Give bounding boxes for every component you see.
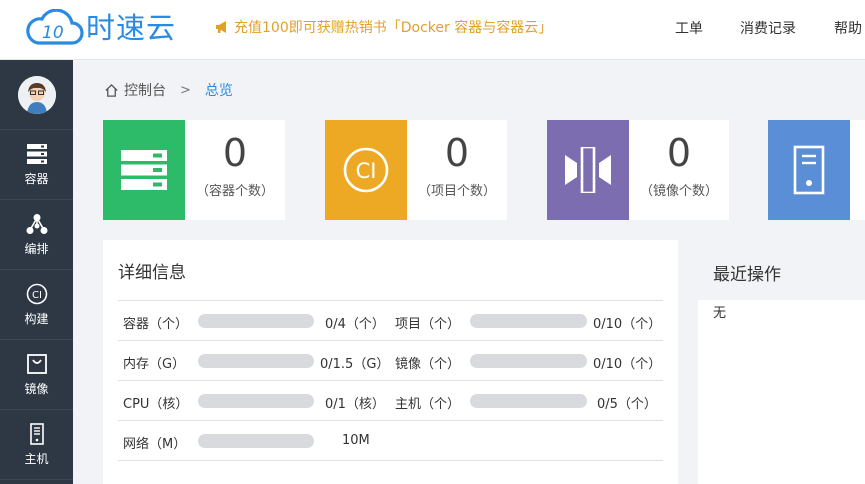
- top-bar: 10 时速云 充值100即可获赠热销书「Docker 容器与容器云」 工单 消费…: [0, 0, 865, 60]
- quota-label: 网络（M）: [123, 437, 187, 452]
- ci-icon: CI: [343, 147, 389, 193]
- quota-value: 0/10（个）: [593, 317, 662, 332]
- quota-label: CPU（核）: [123, 397, 189, 412]
- nav-tickets[interactable]: 工单: [675, 18, 703, 38]
- nav-help[interactable]: 帮助: [834, 18, 862, 38]
- stat-card-projects[interactable]: CI 0 （项目个数）: [325, 120, 507, 220]
- quota-row: 内存（G） 0/1.5（G） 镜像（个） 0/10（个）: [118, 341, 663, 381]
- quota-row: CPU（核） 0/1（核） 主机（个） 0/5（个）: [118, 381, 663, 421]
- sidebar-item-label: 镜像: [24, 381, 49, 396]
- svg-text:CI: CI: [356, 159, 377, 183]
- quota-progress-bar: [198, 354, 314, 368]
- image-bag-icon: [26, 353, 47, 374]
- card-icon-bg: [103, 120, 185, 220]
- sidebar-item-label: 编排: [24, 241, 49, 256]
- promo-text: 充值100即可获赠热销书「Docker 容器与容器云」: [234, 20, 553, 36]
- quota-progress-bar: [198, 434, 314, 448]
- container-count-label: （容器个数）: [195, 184, 274, 199]
- quota-progress-bar: [470, 354, 587, 368]
- project-count: 0: [444, 131, 470, 175]
- server-stack-icon: [26, 143, 47, 164]
- quota-value: 10M: [342, 433, 370, 448]
- quota-progress-bar: [470, 314, 587, 328]
- stat-card-images[interactable]: 0 （镜像个数）: [547, 120, 729, 220]
- recent-header: 最近操作: [698, 240, 865, 300]
- avatar[interactable]: [17, 75, 56, 114]
- image-count-label: （镜像个数）: [639, 184, 718, 199]
- recent-empty-text: 无: [713, 306, 727, 321]
- container-count: 0: [222, 131, 248, 175]
- sidebar-item-containers[interactable]: 容器: [0, 130, 73, 200]
- quota-progress-bar: [470, 394, 587, 408]
- sidebar-item-label: 主机: [24, 451, 49, 466]
- cloud-logo-icon: 10: [26, 9, 84, 45]
- image-count: 0: [666, 131, 692, 175]
- quota-value: 0/10（个）: [593, 357, 662, 372]
- recent-operations-panel: 最近操作 无: [698, 240, 865, 484]
- breadcrumb-current: 总览: [204, 83, 233, 99]
- svg-text:10: 10: [42, 23, 64, 43]
- quota-row: 容器（个） 0/4（个） 项目（个） 0/10（个）: [118, 301, 663, 341]
- sidebar-item-label: 构建: [24, 311, 49, 326]
- quota-table: 容器（个） 0/4（个） 项目（个） 0/10（个） 内存（G） 0/1.5（G…: [118, 300, 663, 461]
- ci-icon: CI: [26, 283, 47, 304]
- quota-label: 镜像（个）: [395, 357, 461, 372]
- server-stack-icon: [121, 150, 167, 190]
- quota-value: 0/1（核）: [325, 397, 385, 412]
- breadcrumb: 控制台 > 总览: [104, 80, 233, 100]
- quota-row: 网络（M） 10M: [118, 421, 663, 461]
- quota-label: 容器（个）: [123, 317, 189, 332]
- quota-label: 项目（个）: [395, 317, 461, 332]
- detail-info-panel: 详细信息 容器（个） 0/4（个） 项目（个） 0/10（个） 内存（G） 0/…: [103, 240, 678, 484]
- host-icon: [793, 145, 825, 195]
- image-icon: [565, 147, 611, 193]
- card-icon-bg: CI: [325, 120, 407, 220]
- nav-billing-records[interactable]: 消费记录: [740, 18, 796, 38]
- quota-label: 内存（G）: [123, 357, 186, 372]
- sidebar-item-label: 容器: [24, 171, 49, 186]
- card-icon-bg: [768, 120, 850, 220]
- megaphone-icon: [216, 21, 226, 33]
- user-avatar-icon: [17, 75, 56, 114]
- topology-icon: [26, 213, 47, 234]
- quota-value: 0/5（个）: [597, 397, 657, 412]
- sidebar: 容器 编排 CI 构建 镜像 主机: [0, 60, 73, 484]
- home-icon: [105, 83, 118, 97]
- quota-value: 0/1.5（G）: [320, 357, 390, 372]
- sidebar-item-images[interactable]: 镜像: [0, 340, 73, 410]
- sidebar-item-hosts[interactable]: 主机: [0, 410, 73, 480]
- brand-name: 时速云: [86, 11, 177, 45]
- sidebar-item-orchestration[interactable]: 编排: [0, 200, 73, 270]
- host-icon: [29, 422, 44, 445]
- breadcrumb-console[interactable]: 控制台: [124, 80, 166, 100]
- svg-text:CI: CI: [32, 290, 42, 301]
- quota-progress-bar: [198, 394, 314, 408]
- promo-banner[interactable]: 充值100即可获赠热销书「Docker 容器与容器云」: [214, 17, 552, 37]
- project-count-label: （项目个数）: [417, 184, 496, 199]
- quota-label: 主机（个）: [395, 397, 461, 412]
- chevron-right-icon: >: [180, 82, 191, 98]
- quota-value: 0/4（个）: [325, 317, 385, 332]
- stat-card-hosts[interactable]: [768, 120, 865, 220]
- recent-title: 最近操作: [713, 265, 781, 285]
- quota-progress-bar: [198, 314, 314, 328]
- stat-card-containers[interactable]: 0 （容器个数）: [103, 120, 285, 220]
- sidebar-item-build[interactable]: CI 构建: [0, 270, 73, 340]
- avatar-area: [0, 60, 73, 130]
- card-icon-bg: [547, 120, 629, 220]
- brand-logo[interactable]: 10 时速云: [24, 8, 176, 48]
- panel-title: 详细信息: [118, 263, 186, 283]
